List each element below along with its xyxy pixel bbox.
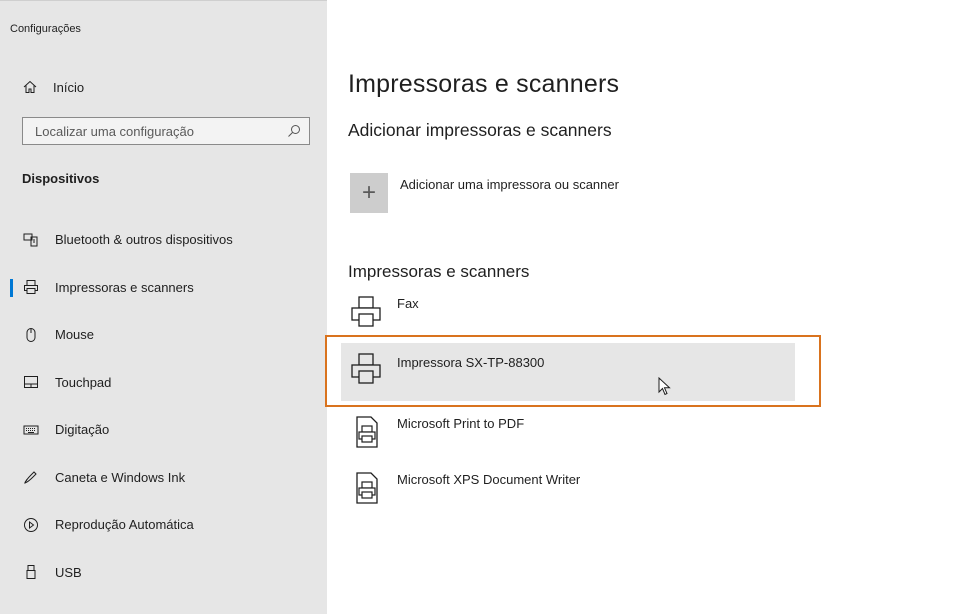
printer-item-xps-writer[interactable]: Microsoft XPS Document Writer: [341, 466, 795, 512]
sidebar-item-label: Reprodução Automática: [55, 517, 194, 533]
mouse-cursor-icon: [658, 377, 671, 396]
search-input[interactable]: [35, 123, 287, 139]
sidebar-item-pen[interactable]: Caneta e Windows Ink: [0, 454, 327, 502]
keyboard-icon: [22, 421, 40, 439]
plus-icon: +: [361, 179, 376, 206]
sidebar-item-touchpad[interactable]: Touchpad: [0, 359, 327, 407]
printer-icon: [22, 278, 40, 296]
printer-item-print-to-pdf[interactable]: Microsoft Print to PDF: [341, 410, 795, 456]
printer-name: Impressora SX-TP-88300: [397, 355, 545, 370]
sidebar-item-printers[interactable]: Impressoras e scanners: [0, 264, 327, 312]
sidebar: Configurações Início Dispositivos Blueto…: [0, 0, 327, 614]
sidebar-item-bluetooth[interactable]: Bluetooth & outros dispositivos: [0, 216, 327, 264]
sidebar-item-typing[interactable]: Digitação: [0, 406, 327, 454]
document-printer-icon: [356, 416, 378, 448]
sidebar-item-label: Touchpad: [55, 374, 112, 390]
search-box[interactable]: [22, 117, 310, 145]
printer-name: Microsoft Print to PDF: [397, 416, 525, 431]
home-icon: [23, 80, 37, 93]
window-title: Configurações: [10, 23, 81, 35]
printer-name: Microsoft XPS Document Writer: [397, 472, 581, 487]
section-heading: Dispositivos: [22, 171, 100, 186]
sidebar-item-label: Digitação: [55, 422, 110, 438]
pen-icon: [22, 468, 40, 486]
home-label: Início: [53, 79, 85, 95]
printer-icon: [351, 296, 381, 327]
nav-list: Bluetooth & outros dispositivos Impresso…: [0, 216, 327, 596]
printer-icon: [351, 353, 381, 384]
add-section-heading: Adicionar impressoras e scanners: [348, 120, 612, 140]
printer-item-sx-tp-88300[interactable]: Impressora SX-TP-88300: [341, 343, 795, 401]
sidebar-item-usb[interactable]: USB: [0, 549, 327, 597]
add-printer-label[interactable]: Adicionar uma impressora ou scanner: [400, 177, 619, 192]
page-title: Impressoras e scanners: [348, 70, 620, 98]
printers-list-heading: Impressoras e scanners: [348, 262, 530, 281]
autoplay-icon: [22, 516, 40, 534]
touchpad-icon: [22, 373, 40, 391]
mouse-icon: [22, 326, 40, 344]
sidebar-item-label: Caneta e Windows Ink: [55, 469, 186, 485]
bluetooth-devices-icon: [22, 231, 40, 249]
sidebar-item-label: Impressoras e scanners: [55, 279, 194, 295]
search-icon[interactable]: [287, 124, 301, 138]
add-printer-button[interactable]: +: [350, 173, 388, 213]
document-printer-icon: [356, 472, 378, 504]
main-content: Impressoras e scanners Adicionar impress…: [327, 0, 973, 614]
printer-name: Fax: [397, 296, 419, 311]
home-link[interactable]: Início: [22, 75, 84, 99]
sidebar-item-autoplay[interactable]: Reprodução Automática: [0, 501, 327, 549]
usb-icon: [22, 563, 40, 581]
sidebar-item-label: Mouse: [55, 327, 95, 343]
sidebar-item-label: USB: [55, 564, 82, 580]
sidebar-item-label: Bluetooth & outros dispositivos: [55, 232, 233, 248]
printer-item-fax[interactable]: Fax: [341, 290, 795, 336]
sidebar-item-mouse[interactable]: Mouse: [0, 311, 327, 359]
